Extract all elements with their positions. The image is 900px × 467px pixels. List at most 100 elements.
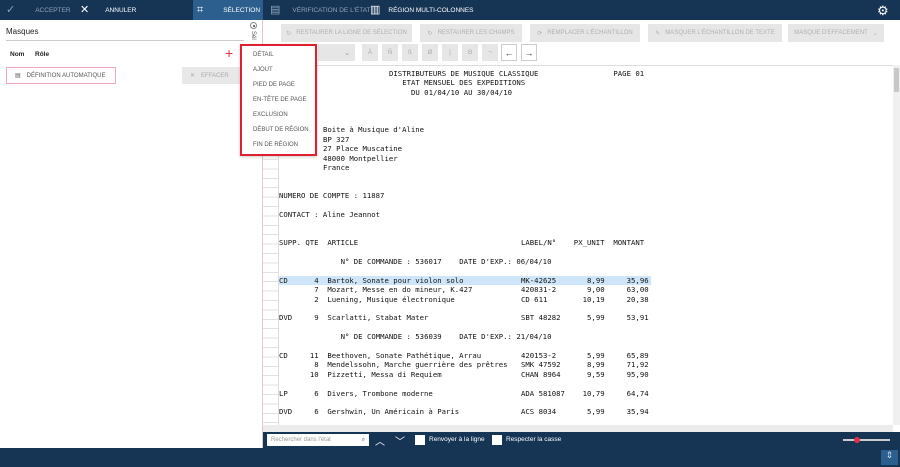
article-cell: Mendelssohn, Marche guerrière des prêtre…	[327, 360, 508, 370]
qty-cell: 11	[309, 351, 319, 360]
mask-text-sample-button[interactable]: ✎ MASQUER L'ÉCHANTILLON DE TEXTE	[648, 24, 782, 42]
region-type-menu: DÉTAIL AJOUT PIED DE PAGE EN-TÊTE DE PAGE EX…	[240, 44, 317, 156]
price-cell: 9,00	[587, 285, 605, 295]
masks-panel: Masques Nom Rôle + ▤ DÉFINITION AUTOMATIQ…	[0, 20, 263, 448]
amount-cell: 35,96	[626, 275, 649, 285]
support-cell: CD	[279, 351, 288, 360]
insert-char-button[interactable]: Θ	[462, 44, 478, 61]
restore-fields-button[interactable]: ↻ RESTAURER LES CHAMPS	[420, 24, 522, 42]
insert-char-button[interactable]: ¬	[482, 44, 498, 61]
auto-definition-button[interactable]: ▤ DÉFINITION AUTOMATIQUE	[6, 67, 116, 84]
address-line: Boite à Musique d'Aline	[323, 125, 425, 135]
insert-char-button[interactable]: Ä	[362, 44, 378, 61]
horizontal-scrollbar[interactable]	[263, 425, 893, 432]
divider	[6, 40, 244, 41]
erase-mask-dropdown[interactable]: MASQUE D'EFFACEMENT ⌄	[788, 24, 884, 42]
vertical-label: Sél	[249, 31, 257, 40]
menu-item[interactable]: PIED DE PAGE	[253, 82, 295, 88]
label-cell: SBT 48282	[521, 313, 561, 323]
accept-button[interactable]: ✓ ACCEPTER	[6, 0, 71, 20]
match-case-checkbox[interactable]	[492, 435, 502, 445]
menu-item[interactable]: EN-TÊTE DE PAGE	[253, 97, 307, 103]
column-name[interactable]: Nom	[10, 51, 24, 58]
vertical-scrollbar[interactable]	[893, 65, 900, 425]
search-icon: ⌕	[361, 436, 365, 443]
report-title-line: DISTRIBUTEURS DE MUSIQUE CLASSIQUE	[389, 69, 539, 78]
amount-cell: 35,94	[626, 407, 649, 417]
panel-title: Masques	[6, 27, 39, 36]
tab-report-check[interactable]: ▤ VÉRIFICATION DE L'ÉTAT	[270, 0, 371, 20]
next-result-button[interactable]: ﹀	[395, 433, 405, 448]
replace-icon: ⟳	[537, 30, 543, 37]
char-dropdown[interactable]: ⌄	[318, 44, 355, 61]
insert-char-button[interactable]: Ñ	[382, 44, 398, 61]
qty-cell: 9	[314, 313, 319, 323]
insert-char-button[interactable]: |	[442, 44, 458, 61]
close-icon: ✕	[190, 73, 196, 79]
order-header: N° DE COMMANDE : 536039 DATE D'EXP.: 21/…	[340, 332, 552, 342]
tab-selection[interactable]: ⌗ SÉLECTION	[193, 0, 263, 20]
qty-cell: 2	[314, 294, 319, 304]
menu-item[interactable]: AJOUT	[253, 67, 273, 73]
document-check-icon: ▤	[270, 3, 281, 16]
previous-result-button[interactable]: ︿	[375, 433, 385, 448]
price-cell: 8,99	[587, 275, 605, 285]
amount-cell: 71,92	[626, 360, 649, 370]
address-line: BP 327	[323, 134, 350, 144]
cancel-button[interactable]: ✕ ANNULER	[80, 0, 136, 20]
menu-item[interactable]: DÉTAIL	[253, 52, 274, 58]
price-cell: 9,59	[587, 369, 605, 379]
label-cell: ADA 581087	[521, 388, 565, 398]
replace-sample-button[interactable]: ⟳ REMPLACER L'ÉCHANTILLON	[530, 24, 640, 42]
contact: CONTACT : Aline Jeannot	[279, 210, 381, 219]
address-line: France	[323, 163, 350, 172]
insert-char-button[interactable]: ß	[402, 44, 418, 61]
top-toolbar: ✓ ACCEPTER ✕ ANNULER ⌗ SÉLECTION ▤ VÉRIFICAT…	[0, 0, 900, 20]
report-title-line: DU 01/04/10 AU 30/04/10	[411, 87, 513, 97]
selection-icon: ⌗	[197, 3, 204, 16]
page-number: PAGE 01	[613, 69, 645, 78]
left-arrow-button[interactable]: ←	[501, 44, 517, 61]
column-role[interactable]: Rôle	[35, 51, 49, 58]
article-cell: Scarlatti, Stabat Mater	[327, 313, 429, 323]
menu-item[interactable]: FIN DE RÉGION	[253, 142, 298, 148]
qty-cell: 8	[314, 360, 319, 370]
settings-button[interactable]: ⚙	[877, 0, 889, 20]
column-header: SUPP.	[279, 238, 301, 248]
insert-char-button[interactable]: Ø	[422, 44, 438, 61]
wrap-label: Renvoyer à la ligne	[429, 436, 485, 443]
document-icon: ▤	[15, 73, 21, 79]
column-header: LABEL/N°	[521, 238, 557, 248]
column-header: ARTICLE	[327, 238, 359, 248]
fit-height-button[interactable]: ⇕	[881, 450, 898, 465]
zoom-slider-thumb[interactable]	[854, 437, 861, 443]
label-cell: CHAN 8964	[521, 369, 561, 379]
add-mask-button[interactable]: +	[225, 45, 233, 61]
account-number: NUMERO DE COMPTE : 11887	[279, 191, 385, 201]
tab-multicolumn-region[interactable]: ▥ RÉGION MULTI-COLONNES	[370, 0, 474, 20]
order-header: N° DE COMMANDE : 536017 DATE D'EXP.: 06/…	[340, 257, 552, 266]
radio-button[interactable]	[250, 22, 257, 29]
zoom-slider[interactable]	[843, 437, 890, 443]
menu-item[interactable]: EXCLUSION	[253, 112, 288, 118]
label-cell: MK-42625	[521, 275, 557, 285]
menu-item[interactable]: DÉBUT DE RÉGION	[253, 127, 309, 133]
price-cell: 5,99	[587, 407, 605, 417]
clear-button[interactable]: ✕ EFFACER	[182, 67, 240, 84]
chevron-down-icon: ⌄	[344, 49, 350, 57]
price-cell: 10,79	[582, 388, 605, 398]
amount-cell: 95,90	[626, 369, 649, 379]
price-cell: 5,99	[587, 313, 605, 323]
columns-icon: ▥	[370, 3, 381, 16]
right-arrow-button[interactable]: →	[521, 44, 537, 61]
gear-icon: ⚙	[877, 2, 889, 18]
qty-cell: 7	[314, 285, 319, 295]
wrap-checkbox[interactable]	[415, 435, 425, 445]
report-viewer[interactable]: DISTRIBUTEURS DE MUSIQUE CLASSIQUE ETAT M…	[263, 65, 893, 425]
support-cell: LP	[279, 388, 288, 398]
column-header: PX_UNIT	[573, 238, 605, 248]
restore-selection-line-button[interactable]: ↻ RESTAURER LA LIGNE DE SÉLECTION	[281, 24, 412, 42]
article-cell: Luening, Musique électronique	[327, 294, 455, 304]
search-input[interactable]: Rechercher dans l'état ⌕	[267, 434, 369, 446]
close-icon: ✕	[80, 3, 90, 16]
